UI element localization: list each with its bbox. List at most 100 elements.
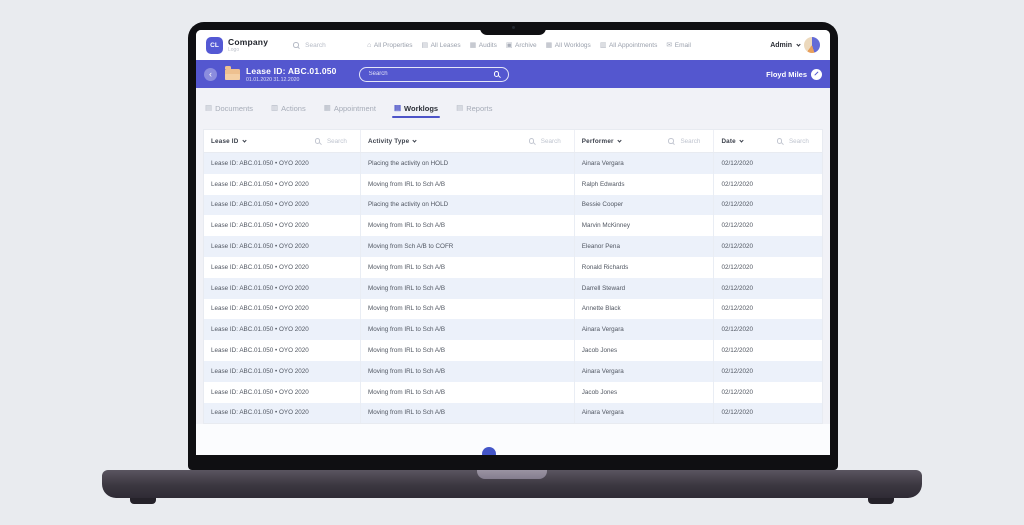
tab-icon xyxy=(324,104,331,112)
tab-reports[interactable]: Reports xyxy=(456,104,492,113)
cell-performer: Ralph Edwards xyxy=(575,173,715,195)
column-search-input[interactable] xyxy=(678,136,707,146)
navbar-item-icon xyxy=(470,42,477,49)
logo-badge-icon: CL xyxy=(206,36,223,54)
cell-date: 02/12/2020 xyxy=(721,347,753,355)
navbar-item-label: All Leases xyxy=(430,41,461,49)
admin-menu[interactable]: Admin xyxy=(770,37,820,53)
cell-date: 02/12/2020 xyxy=(721,326,753,334)
nav-email[interactable]: Email xyxy=(666,42,691,49)
tab-documents[interactable]: Documents xyxy=(205,104,253,113)
search-icon xyxy=(528,137,536,145)
search-icon xyxy=(493,70,501,78)
cell-date: 02/12/2020 xyxy=(721,284,753,292)
nav-archive[interactable]: Archive xyxy=(506,42,537,49)
tab-icon xyxy=(456,104,463,112)
tab-label: Worklogs xyxy=(404,103,439,113)
nav-audits[interactable]: Audits xyxy=(470,42,497,49)
tab-label: Actions xyxy=(281,103,306,113)
assignee-name: Floyd Miles xyxy=(766,69,807,79)
table-row: Lease ID: ABC.01.050 • OYO 2020 Placing … xyxy=(204,153,822,174)
navbar-item-icon xyxy=(422,42,429,49)
camera-icon xyxy=(511,26,515,29)
nav-all-leases[interactable]: All Leases xyxy=(422,42,461,49)
table-body: Lease ID: ABC.01.050 • OYO 2020 Placing … xyxy=(204,153,822,424)
search-icon xyxy=(776,137,784,145)
cell-activity-type: Moving from IRL to Sch A/B xyxy=(361,298,575,320)
cell-lease-id: Lease ID: ABC.01.050 • OYO 2020 xyxy=(204,215,361,237)
cell-date: 02/12/2020 xyxy=(721,388,753,396)
search-icon xyxy=(314,137,322,145)
column-sort-label[interactable]: Date xyxy=(721,138,735,145)
cell-date: 02/12/2020 xyxy=(721,305,753,313)
table-row: Lease ID: ABC.01.050 • OYO 2020 Moving f… xyxy=(204,173,822,195)
column-search-input[interactable] xyxy=(324,136,353,146)
navbar-item-icon xyxy=(546,42,553,49)
company-logo[interactable]: CL Company Logo xyxy=(206,36,269,54)
column-header-lease-id: Lease ID xyxy=(204,130,361,152)
cell-lease-id: Lease ID: ABC.01.050 • OYO 2020 xyxy=(204,173,361,195)
laptop-thumb-scoop xyxy=(477,470,547,479)
lease-date-range: 01.01.2020 31.12.2020 xyxy=(246,76,300,83)
cell-activity-type: Moving from IRL to Sch A/B xyxy=(361,277,575,299)
chevron-down-icon[interactable] xyxy=(617,137,622,143)
column-header-performer: Performer xyxy=(575,130,715,152)
cell-activity-type: Moving from IRL to Sch A/B xyxy=(361,360,575,382)
lease-search-input[interactable] xyxy=(366,70,489,78)
cell-date: 02/12/2020 xyxy=(721,243,753,251)
tab-actions[interactable]: Actions xyxy=(271,104,306,113)
cell-lease-id: Lease ID: ABC.01.050 • OYO 2020 xyxy=(204,298,361,320)
table-row: Lease ID: ABC.01.050 • OYO 2020 Moving f… xyxy=(204,236,822,257)
table-row: Lease ID: ABC.01.050 • OYO 2020 Moving f… xyxy=(204,277,822,299)
cell-activity-type: Moving from Sch A/B to COFR xyxy=(361,236,575,257)
logo-title: Company xyxy=(228,37,269,47)
nav-all-worklogs[interactable]: All Worklogs xyxy=(546,42,591,49)
edit-icon[interactable] xyxy=(811,68,822,80)
tab-appointment[interactable]: Appointment xyxy=(324,104,376,113)
nav-all-properties[interactable]: All Properties xyxy=(367,42,413,49)
avatar[interactable] xyxy=(804,37,820,53)
cell-performer: Jacob Jones xyxy=(575,381,715,403)
search-icon xyxy=(292,41,300,49)
column-header-activity-type: Activity Type xyxy=(361,130,575,152)
tab-bar: Documents Actions Appointment Wo xyxy=(205,100,823,118)
column-sort-label[interactable]: Performer xyxy=(582,138,614,145)
lease-info: Lease ID: ABC.01.050 01.01.2020 31.12.20… xyxy=(246,66,337,83)
table-header-row: Lease ID Activity Type xyxy=(204,130,822,153)
navbar-search-input[interactable] xyxy=(303,40,352,50)
cell-activity-type: Placing the activity on HOLD xyxy=(361,153,575,174)
chevron-down-icon[interactable] xyxy=(412,137,417,143)
chevron-down-icon[interactable] xyxy=(241,137,247,143)
table-row: Lease ID: ABC.01.050 • OYO 2020 Moving f… xyxy=(204,340,822,361)
tab-worklogs[interactable]: Worklogs xyxy=(391,103,441,118)
cell-activity-type: Moving from IRL to Sch A/B xyxy=(361,215,575,237)
lease-id-title: Lease ID: ABC.01.050 xyxy=(246,65,337,76)
cell-activity-type: Placing the activity on HOLD xyxy=(361,194,575,216)
navbar-item-label: All Worklogs xyxy=(554,41,591,49)
navbar-item-icon xyxy=(666,42,672,49)
cell-activity-type: Moving from IRL to Sch A/B xyxy=(361,381,575,403)
bottom-fill xyxy=(196,424,830,455)
navbar-items: All Properties All Leases Audits xyxy=(367,42,770,49)
column-search-input[interactable] xyxy=(538,136,567,146)
cell-date: 02/12/2020 xyxy=(721,180,753,188)
back-button[interactable]: ‹ xyxy=(204,67,217,81)
cell-date: 02/12/2020 xyxy=(721,263,753,271)
column-sort-label[interactable]: Lease ID xyxy=(211,138,239,145)
cell-date: 02/12/2020 xyxy=(721,201,753,209)
table-row: Lease ID: ABC.01.050 • OYO 2020 Moving f… xyxy=(204,402,822,424)
tab-label: Appointment xyxy=(333,103,376,113)
cell-performer: Bessie Cooper xyxy=(575,194,715,216)
nav-all-appointments[interactable]: All Appointments xyxy=(600,42,657,49)
cell-lease-id: Lease ID: ABC.01.050 • OYO 2020 xyxy=(204,381,361,403)
column-sort-label[interactable]: Activity Type xyxy=(368,138,409,145)
logo-subtitle: Logo xyxy=(228,47,240,53)
lease-header-bar: ‹ Lease ID: ABC.01.050 01.01.2020 31.12.… xyxy=(196,60,830,88)
folder-icon xyxy=(225,66,240,80)
camera-notch xyxy=(480,22,546,35)
cell-activity-type: Moving from IRL to Sch A/B xyxy=(361,256,575,278)
cell-performer: Ainara Vergara xyxy=(575,402,715,424)
chevron-down-icon[interactable] xyxy=(739,137,744,143)
chevron-down-icon xyxy=(796,41,801,47)
column-search-input[interactable] xyxy=(786,136,815,146)
